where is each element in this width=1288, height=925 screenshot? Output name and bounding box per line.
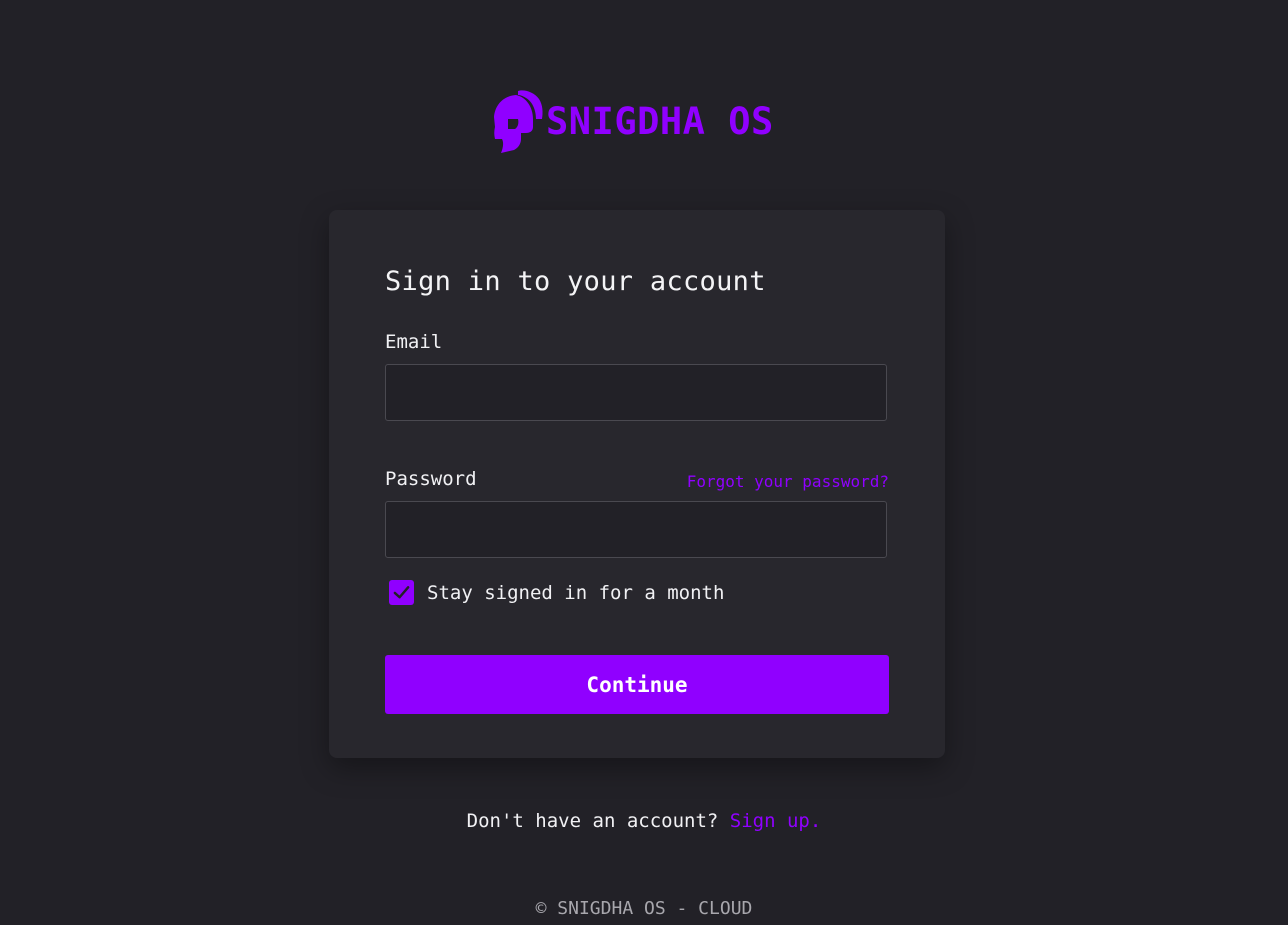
signup-prompt-row: Don't have an account? Sign up. [0,810,1288,832]
password-input[interactable] [385,501,887,558]
brand-name: SNIGDHA OS [546,99,774,143]
spartan-helmet-icon [494,90,543,153]
continue-button[interactable]: Continue [385,655,889,714]
login-title: Sign in to your account [385,266,766,297]
remember-me-label: Stay signed in for a month [427,581,725,604]
remember-me-checkbox-row[interactable]: Stay signed in for a month [389,580,724,605]
email-input[interactable] [385,364,887,421]
remember-me-checkbox[interactable] [389,580,414,605]
signup-link[interactable]: Sign up. [730,810,822,832]
password-label: Password [385,468,477,490]
login-card: Sign in to your account Email Password F… [329,210,945,758]
email-label: Email [385,331,443,353]
checkmark-icon [393,586,410,599]
signup-prompt-text: Don't have an account? [466,810,719,832]
footer-copyright: © SNIGDHA OS - CLOUD [535,898,753,919]
forgot-password-link[interactable]: Forgot your password? [687,472,889,491]
brand-logo: SNIGDHA OS [488,88,774,154]
